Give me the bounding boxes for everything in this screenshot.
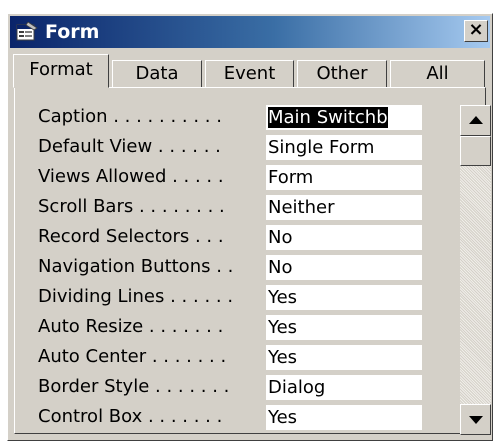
property-label: Border Style . . . . . . .: [38, 376, 230, 397]
property-label: Scroll Bars . . . . . . . .: [38, 196, 225, 217]
property-label: Views Allowed . . . . .: [38, 166, 224, 187]
scroll-down-arrow-icon: [469, 416, 483, 424]
property-row-views-allowed[interactable]: Views Allowed . . . . . Form: [38, 162, 468, 192]
property-sheet-window: Form × Format Data Event Other All Capti…: [7, 13, 493, 441]
property-value-field[interactable]: Dialog: [266, 375, 422, 400]
property-value-field[interactable]: Neither: [266, 195, 422, 220]
property-row-navigation-buttons[interactable]: Navigation Buttons . . No: [38, 252, 468, 282]
scroll-down-button[interactable]: [460, 404, 491, 435]
property-value-field[interactable]: No: [266, 225, 422, 250]
scrollbar-thumb[interactable]: [460, 136, 491, 166]
property-row-control-box[interactable]: Control Box . . . . . . . Yes: [38, 402, 468, 432]
property-row-caption[interactable]: Caption . . . . . . . . . . Main Switchb: [38, 102, 468, 132]
window-title: Form: [45, 21, 100, 43]
tab-data[interactable]: Data: [112, 60, 202, 88]
property-value-field[interactable]: Yes: [266, 345, 422, 370]
tab-format[interactable]: Format: [13, 54, 109, 88]
property-value-field[interactable]: Yes: [266, 315, 422, 340]
property-row-auto-center[interactable]: Auto Center . . . . . . . Yes: [38, 342, 468, 372]
property-label: Default View . . . . . .: [38, 136, 221, 157]
property-value: Main Switchb: [268, 107, 388, 128]
property-label: Auto Resize . . . . . . .: [38, 316, 224, 337]
property-label: Auto Center . . . . . . .: [38, 346, 227, 367]
property-label: Navigation Buttons . .: [38, 256, 234, 277]
property-row-default-view[interactable]: Default View . . . . . . Single Form: [38, 132, 468, 162]
property-value-field[interactable]: Main Switchb: [266, 105, 422, 130]
property-row-auto-resize[interactable]: Auto Resize . . . . . . . Yes: [38, 312, 468, 342]
property-label: Control Box . . . . . . .: [38, 406, 223, 427]
scroll-up-button[interactable]: [460, 105, 491, 136]
tab-other[interactable]: Other: [297, 60, 387, 88]
property-value-field[interactable]: No: [266, 255, 422, 280]
tab-strip: Format Data Event Other All: [8, 52, 492, 88]
property-row-scroll-bars[interactable]: Scroll Bars . . . . . . . . Neither: [38, 192, 468, 222]
form-icon: [16, 21, 38, 42]
property-row-record-selectors[interactable]: Record Selectors . . . No: [38, 222, 468, 252]
tab-event[interactable]: Event: [205, 60, 294, 88]
title-bar[interactable]: Form ×: [10, 16, 490, 48]
property-value-field[interactable]: Single Form: [266, 135, 422, 160]
property-value-field[interactable]: Yes: [266, 405, 422, 430]
property-row-border-style[interactable]: Border Style . . . . . . . Dialog: [38, 372, 468, 402]
scroll-up-arrow-icon: [469, 116, 483, 124]
vertical-scrollbar[interactable]: [460, 105, 491, 435]
property-label: Caption . . . . . . . . . .: [38, 106, 222, 127]
property-row-dividing-lines[interactable]: Dividing Lines . . . . . . Yes: [38, 282, 468, 312]
tab-all[interactable]: All: [390, 60, 485, 88]
property-label: Record Selectors . . .: [38, 226, 224, 247]
close-button[interactable]: ×: [464, 20, 488, 42]
property-label: Dividing Lines . . . . . .: [38, 286, 234, 307]
property-value-field[interactable]: Form: [266, 165, 422, 190]
property-value-field[interactable]: Yes: [266, 285, 422, 310]
